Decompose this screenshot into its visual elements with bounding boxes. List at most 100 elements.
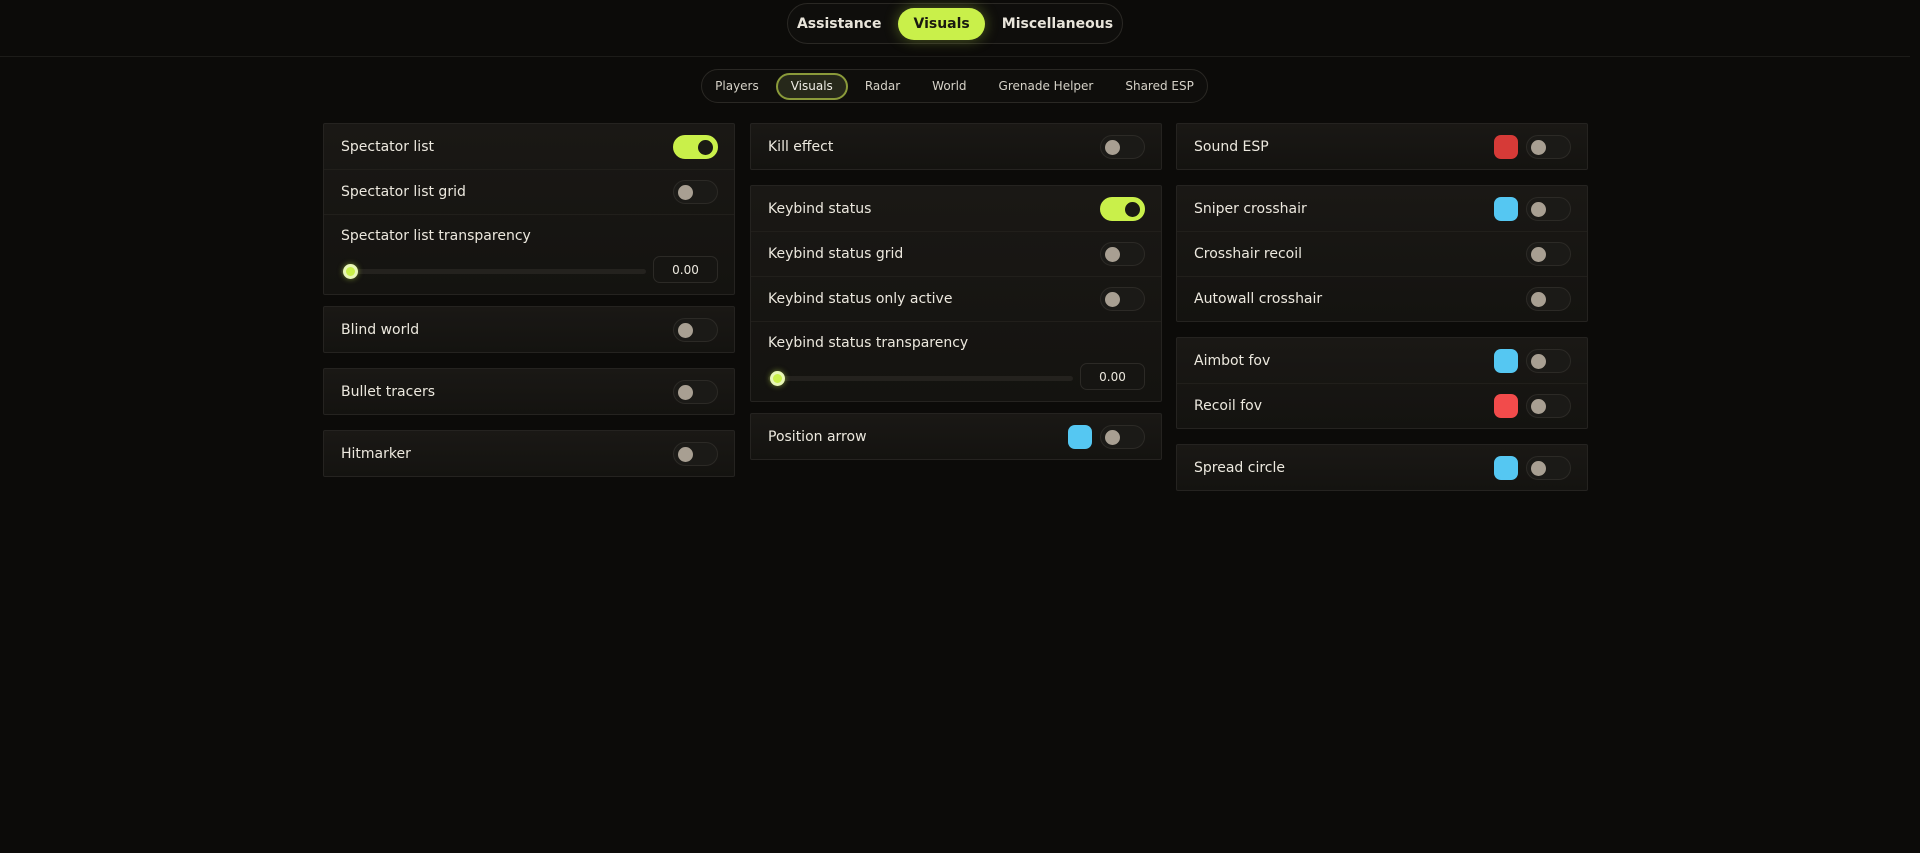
blind-world-row: Blind world — [324, 307, 734, 352]
settings-root: Assistance Visuals Miscellaneous Players… — [0, 0, 1920, 853]
hitmarker-card: Hitmarker — [323, 430, 735, 477]
toggle-knob — [1531, 399, 1546, 414]
position-arrow-card: Position arrow — [750, 413, 1162, 460]
bullet-tracers-row: Bullet tracers — [324, 369, 734, 414]
kill-effect-label: Kill effect — [768, 138, 834, 155]
recoil-fov-controls — [1494, 394, 1571, 418]
subtab-visuals[interactable]: Visuals — [775, 72, 848, 100]
spectator-list-toggle[interactable] — [673, 134, 718, 159]
spectator-list-grid-toggle[interactable] — [673, 180, 718, 204]
fov-card: Aimbot fov Recoil fov — [1176, 337, 1588, 429]
toggle-knob — [1125, 201, 1140, 217]
toggle-knob — [1105, 292, 1120, 307]
recoil-fov-label: Recoil fov — [1194, 398, 1262, 414]
aimbot-fov-row: Aimbot fov — [1177, 338, 1587, 383]
aimbot-fov-toggle[interactable] — [1526, 348, 1571, 373]
position-arrow-color-swatch[interactable] — [1068, 424, 1092, 449]
sound-esp-color-swatch[interactable] — [1494, 134, 1518, 159]
aimbot-fov-label: Aimbot fov — [1194, 352, 1271, 369]
header-divider — [0, 56, 1910, 57]
tab-assistance[interactable]: Assistance — [782, 8, 897, 40]
subtab-grenade-helper[interactable]: Grenade Helper — [984, 73, 1109, 100]
sniper-crosshair-toggle[interactable] — [1526, 196, 1571, 221]
crosshair-recoil-toggle[interactable] — [1526, 242, 1571, 266]
keybind-status-row: Keybind status — [751, 186, 1161, 231]
bullet-tracers-label: Bullet tracers — [341, 383, 435, 400]
crosshair-card: Sniper crosshair Crosshair recoil Autowa… — [1176, 185, 1588, 322]
toggle-knob — [1105, 139, 1120, 155]
spread-circle-toggle[interactable] — [1526, 455, 1571, 480]
autowall-crosshair-label: Autowall crosshair — [1194, 291, 1323, 307]
sniper-crosshair-color-swatch[interactable] — [1494, 196, 1518, 221]
autowall-crosshair-toggle[interactable] — [1526, 287, 1571, 311]
subtab-radar[interactable]: Radar — [850, 73, 915, 100]
position-arrow-row: Position arrow — [751, 414, 1161, 459]
hitmarker-toggle[interactable] — [673, 441, 718, 466]
blind-world-card: Blind world — [323, 306, 735, 353]
keybind-transparency-label: Keybind status transparency — [768, 335, 969, 351]
spectator-list-row: Spectator list — [324, 124, 734, 169]
toggle-knob — [678, 185, 693, 200]
keybind-only-active-row: Keybind status only active — [751, 276, 1161, 321]
toggle-knob — [698, 139, 713, 155]
kill-effect-toggle[interactable] — [1100, 134, 1145, 159]
position-arrow-label: Position arrow — [768, 428, 867, 445]
spectator-transparency-slider[interactable] — [341, 269, 646, 274]
spectator-list-label: Spectator list — [341, 138, 434, 155]
toggle-knob — [1531, 353, 1546, 369]
spectator-transparency-row: Spectator list transparency 0.00 — [324, 214, 734, 294]
toggle-knob — [1105, 429, 1120, 445]
subtab-shared-esp[interactable]: Shared ESP — [1110, 73, 1209, 100]
toggle-knob — [1531, 201, 1546, 217]
tab-visuals[interactable]: Visuals — [898, 7, 985, 40]
sound-esp-toggle[interactable] — [1526, 134, 1571, 159]
subtab-players[interactable]: Players — [700, 73, 774, 100]
spread-circle-label: Spread circle — [1194, 459, 1285, 476]
slider-thumb[interactable] — [770, 371, 785, 386]
tab-miscellaneous[interactable]: Miscellaneous — [987, 8, 1128, 40]
keybind-transparency-slider[interactable] — [768, 376, 1073, 381]
keybind-status-grid-toggle[interactable] — [1100, 242, 1145, 266]
recoil-fov-row: Recoil fov — [1177, 383, 1587, 428]
spread-circle-row: Spread circle — [1177, 445, 1587, 490]
sound-esp-label: Sound ESP — [1194, 138, 1269, 155]
toggle-knob — [1531, 460, 1546, 476]
spectator-transparency-value[interactable]: 0.00 — [653, 256, 718, 283]
position-arrow-toggle[interactable] — [1100, 424, 1145, 449]
bullet-tracers-toggle[interactable] — [673, 379, 718, 404]
sniper-crosshair-label: Sniper crosshair — [1194, 200, 1307, 217]
blind-world-toggle[interactable] — [673, 317, 718, 342]
crosshair-recoil-label: Crosshair recoil — [1194, 246, 1303, 262]
sound-esp-row: Sound ESP — [1177, 124, 1587, 169]
subtab-world[interactable]: World — [917, 73, 981, 100]
keybind-only-active-label: Keybind status only active — [768, 291, 953, 307]
keybind-card: Keybind status Keybind status grid Keybi… — [750, 185, 1162, 402]
spectator-transparency-label: Spectator list transparency — [341, 228, 531, 244]
toggle-knob — [1531, 139, 1546, 155]
spectator-list-grid-label: Spectator list grid — [341, 184, 466, 200]
toggle-knob — [1531, 292, 1546, 307]
kill-effect-row: Kill effect — [751, 124, 1161, 169]
sniper-crosshair-row: Sniper crosshair — [1177, 186, 1587, 231]
autowall-crosshair-row: Autowall crosshair — [1177, 276, 1587, 321]
toggle-knob — [1105, 247, 1120, 262]
keybind-only-active-toggle[interactable] — [1100, 287, 1145, 311]
recoil-fov-color-swatch[interactable] — [1494, 394, 1518, 418]
recoil-fov-toggle[interactable] — [1526, 394, 1571, 418]
top-nav: Assistance Visuals Miscellaneous — [787, 3, 1123, 44]
keybind-status-grid-label: Keybind status grid — [768, 246, 904, 262]
spread-circle-controls — [1494, 455, 1571, 480]
crosshair-recoil-row: Crosshair recoil — [1177, 231, 1587, 276]
sound-esp-card: Sound ESP — [1176, 123, 1588, 170]
spectator-card: Spectator list Spectator list grid Spect… — [323, 123, 735, 295]
toggle-knob — [678, 384, 693, 400]
slider-thumb[interactable] — [343, 264, 358, 279]
bullet-tracers-card: Bullet tracers — [323, 368, 735, 415]
aimbot-fov-color-swatch[interactable] — [1494, 348, 1518, 373]
kill-effect-card: Kill effect — [750, 123, 1162, 170]
aimbot-fov-controls — [1494, 348, 1571, 373]
keybind-status-toggle[interactable] — [1100, 196, 1145, 221]
position-arrow-controls — [1068, 424, 1145, 449]
keybind-transparency-value[interactable]: 0.00 — [1080, 363, 1145, 390]
spread-circle-color-swatch[interactable] — [1494, 455, 1518, 480]
